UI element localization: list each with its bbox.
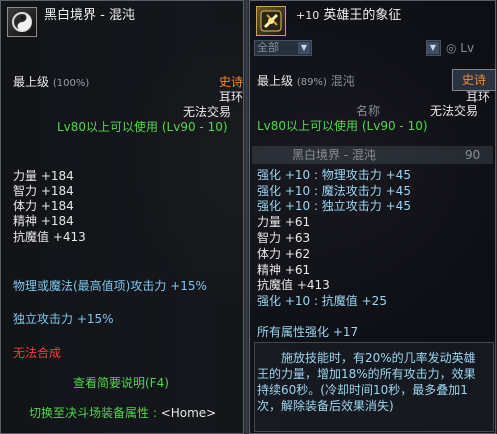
grade-label: 最上级 (100%) (13, 75, 90, 89)
trade-label-right: 无法交易 (430, 104, 479, 118)
stat-vitality-right: 体力 +62 (257, 247, 311, 261)
stat-magic-resist-right: 抗魔值 +413 (257, 278, 330, 292)
stat-strength-right: 力量 +61 (257, 215, 311, 229)
stat-intelligence-right: 智力 +63 (257, 231, 311, 245)
dropdown-arrow-icon: ▼ (298, 42, 310, 54)
stat-vitality: 体力 +184 (13, 199, 74, 213)
stat-spirit-right: 精神 +61 (257, 263, 311, 277)
enhance-magic-resist: 强化 +10 : 抗魔值 +25 (257, 294, 387, 308)
stat-strength: 力量 +184 (13, 169, 74, 183)
stat-intelligence: 智力 +184 (13, 184, 74, 198)
stat-magic-resist: 抗魔值 +413 (13, 230, 86, 244)
level-requirement: Lv80以上可以使用 (Lv90 - 10) (57, 120, 228, 134)
attack-all-bonus: 物理或魔法(最高值项)攻击力 +15% (13, 279, 207, 293)
trade-label: 无法交易 (183, 105, 232, 119)
independent-attack-bonus: 独立攻击力 +15% (13, 312, 114, 326)
enhance-independent-attack: 强化 +10 : 独立攻击力 +45 (257, 199, 411, 213)
sort-dropdown[interactable]: ▼ (426, 40, 441, 56)
level-requirement-right: Lv80以上可以使用 (Lv90 - 10) (257, 119, 428, 133)
skill-description: 施放技能时，有20%的几率发动英雄王的力量，增加18%的所有攻击力，效果持续60… (257, 351, 476, 413)
switch-duel-stats-link[interactable]: 切换至决斗场装备属性 : <Home> (29, 406, 216, 420)
row-item-level: 90 (465, 148, 481, 162)
filter-dropdown[interactable]: 全部 ▼ (254, 40, 312, 56)
row-item-name: 黑白境界 - 混沌 (292, 148, 376, 162)
item-icon-chaos-earring (7, 7, 37, 37)
item-icon-hero-king-symbol (256, 6, 286, 36)
rarity-button[interactable]: 史诗 (452, 69, 496, 91)
ghost-column-name: 名称 (356, 104, 381, 118)
view-description-link[interactable]: 查看简要说明(F4) (73, 376, 169, 390)
level-filter-badge: ◎ Lv (446, 41, 475, 55)
grade-label-right: 最上级 (89%) 混沌 (257, 74, 355, 88)
slot-label-right: 耳环 (466, 90, 491, 104)
stat-spirit: 精神 +184 (13, 214, 74, 228)
left-item-tooltip: 黑白境界 - 混沌 最上级 (100%) 史诗 耳环 无法交易 Lv80以上可以… (0, 0, 244, 434)
enhance-physical-attack: 强化 +10 : 物理攻击力 +45 (257, 168, 411, 182)
slot-label: 耳环 (219, 90, 244, 104)
no-synthesis-label: 无法合成 (13, 346, 62, 360)
item-name-right: +10 英雄王的象征 (296, 8, 402, 23)
dropdown-arrow-icon: ▼ (427, 42, 439, 54)
rarity-label: 史诗 (219, 75, 244, 89)
enhance-magic-attack: 强化 +10 : 魔法攻击力 +45 (257, 184, 411, 198)
all-attribute-enhance: 所有属性强化 +17 (257, 325, 359, 339)
item-name: 黑白境界 - 混沌 (44, 8, 135, 23)
